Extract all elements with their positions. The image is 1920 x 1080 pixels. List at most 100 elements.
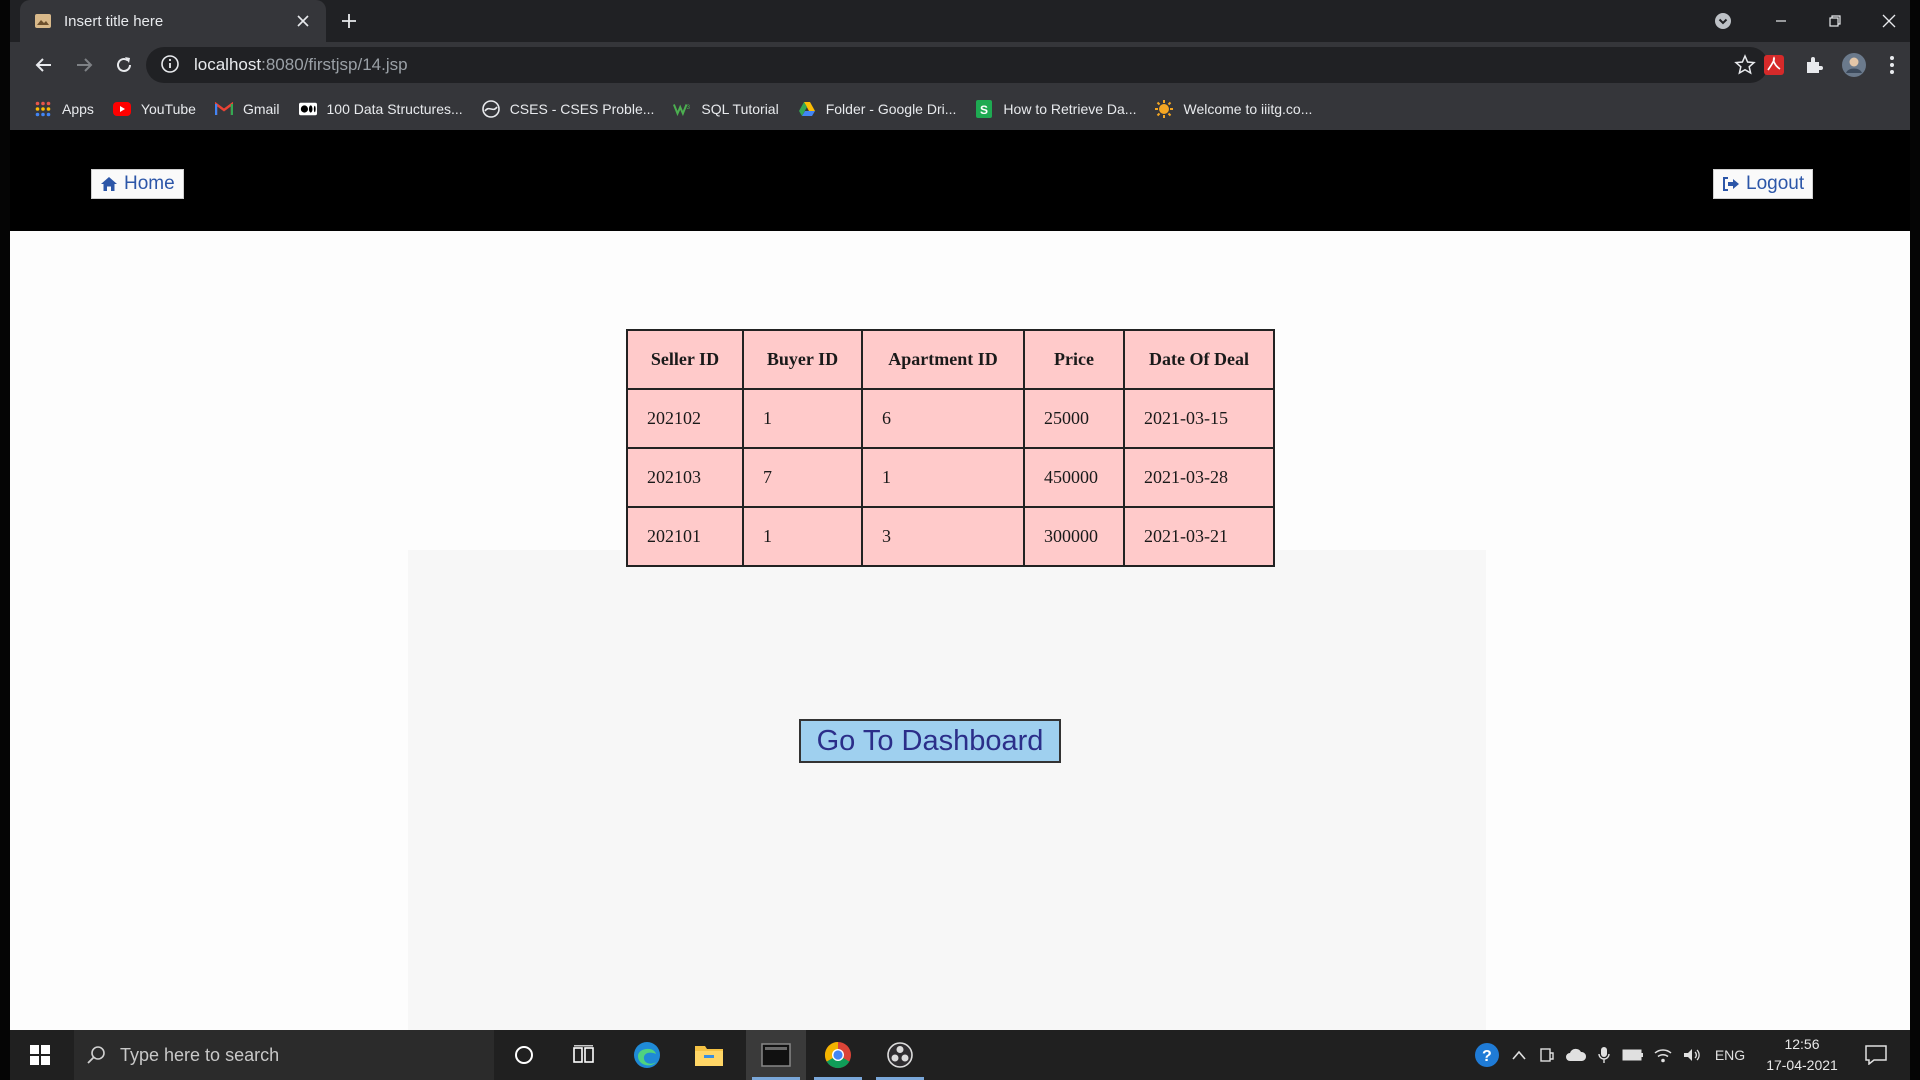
logout-label: Logout [1746,173,1805,194]
column-header: Apartment ID [861,329,1025,390]
bookmarks-bar: Apps YouTube Gmail 100 Data Structures..… [10,88,1910,130]
file-explorer-icon[interactable] [684,1030,734,1080]
sheets-icon: S [975,100,993,118]
clock-time: 12:56 [1784,1036,1820,1052]
table-row: 202102 1 6 25000 2021-03-15 [626,388,1275,449]
apps-grid-icon [34,100,52,118]
wifi-icon[interactable] [1650,1030,1676,1080]
url-host: localhost [194,55,262,74]
close-tab-icon[interactable] [290,8,316,34]
volume-icon[interactable] [1678,1030,1706,1080]
onedrive-cloud-icon[interactable] [1562,1030,1590,1080]
browser-tab[interactable]: Insert title here [20,0,326,42]
system-clock[interactable]: 12:56 17-04-2021 [1762,1034,1842,1076]
back-arrow-icon[interactable] [28,49,60,81]
column-header: Price [1023,329,1125,390]
svg-text:3: 3 [687,104,691,111]
web-page: Home Logout Seller ID Buyer ID Apartment… [10,130,1910,1030]
bookmark-label: Apps [62,101,94,117]
address-bar[interactable]: localhost:8080/firstjsp/14.jsp [146,47,1768,83]
language-indicator[interactable]: ENG [1710,1030,1750,1080]
svg-text:?: ? [1482,1048,1492,1065]
cortana-icon[interactable] [500,1030,548,1080]
bookmark-label: SQL Tutorial [701,101,779,117]
task-view-icon[interactable] [560,1030,608,1080]
logout-button[interactable]: Logout [1713,169,1814,199]
price-cell: 450000 [1023,447,1125,508]
seller-id-cell: 202102 [626,388,744,449]
tab-search-icon[interactable] [1700,4,1746,38]
bookmark-apps[interactable]: Apps [26,94,102,124]
table-row: 202103 7 1 450000 2021-03-28 [626,447,1275,508]
battery-icon[interactable] [1618,1030,1648,1080]
bookmark-label: How to Retrieve Da... [1003,101,1137,117]
page-favicon-icon [34,12,52,30]
obs-studio-icon[interactable] [870,1030,930,1080]
iiitg-icon [1155,100,1174,118]
clock-date: 17-04-2021 [1766,1057,1838,1073]
home-label: Home [124,173,175,194]
device-icon[interactable] [1534,1030,1560,1080]
buyer-id-cell: 1 [742,388,863,449]
price-cell: 25000 [1023,388,1125,449]
profile-avatar-icon[interactable] [1840,51,1868,79]
bookmark-star-icon[interactable] [1734,54,1756,76]
google-drive-icon [798,100,816,118]
bookmark-label: Welcome to iiitg.co... [1183,101,1313,117]
bookmark-label: CSES - CSES Proble... [509,101,655,117]
bookmark-gmail[interactable]: Gmail [207,94,288,124]
url-path: :8080/firstjsp/14.jsp [261,55,408,74]
buyer-id-cell: 1 [742,506,863,567]
minimize-icon[interactable] [1758,4,1804,38]
bookmark-iiitg[interactable]: Welcome to iiitg.co... [1147,94,1320,124]
column-header: Buyer ID [742,329,863,390]
edge-browser-icon[interactable] [622,1030,672,1080]
youtube-icon [112,100,131,118]
extensions-puzzle-icon[interactable] [1800,51,1828,79]
close-window-icon[interactable] [1866,4,1912,38]
date-of-deal-cell: 2021-03-28 [1123,447,1275,508]
tab-strip: Insert title here [10,0,1910,42]
chrome-icon[interactable] [808,1030,868,1080]
bookmark-retrieve-data[interactable]: S How to Retrieve Da... [967,94,1144,124]
column-header: Date Of Deal [1123,329,1275,390]
windows-start-icon[interactable] [18,1030,62,1080]
gmail-icon [214,100,233,118]
chevron-up-icon[interactable] [1506,1030,1532,1080]
bookmark-youtube[interactable]: YouTube [105,94,204,124]
microphone-icon[interactable] [1592,1030,1616,1080]
price-cell: 300000 [1023,506,1125,567]
logout-icon [1722,176,1740,192]
bookmark-sql-tutorial[interactable]: 3 SQL Tutorial [665,94,786,124]
site-info-icon[interactable] [160,54,182,76]
search-input[interactable] [118,1043,452,1067]
bookmark-label: YouTube [140,101,196,117]
apartment-id-cell: 6 [861,388,1025,449]
bookmark-data-structures[interactable]: 100 Data Structures... [291,94,471,124]
go-to-dashboard-button[interactable]: Go To Dashboard [799,719,1061,763]
tab-title: Insert title here [64,12,164,30]
home-icon [100,176,118,192]
deals-table: Seller ID Buyer ID Apartment ID Price Da… [626,329,1275,567]
reload-icon[interactable] [108,49,140,81]
apartment-id-cell: 3 [861,506,1025,567]
browser-menu-icon[interactable] [1878,51,1906,79]
help-icon[interactable]: ? [1470,1030,1504,1080]
acrobat-extension-icon[interactable] [1760,51,1788,79]
bookmark-google-drive[interactable]: Folder - Google Dri... [790,94,965,124]
apartment-id-cell: 1 [861,447,1025,508]
taskbar-search[interactable] [74,1030,494,1080]
notifications-icon[interactable] [1856,1030,1896,1080]
forward-arrow-icon[interactable] [68,49,100,81]
restore-icon[interactable] [1812,4,1858,38]
buyer-id-cell: 7 [742,447,863,508]
terminal-app-icon[interactable] [746,1030,806,1080]
new-tab-icon[interactable] [334,6,364,36]
page-header: Home Logout [10,130,1910,231]
browser-window: Insert title here localhost:8080/firstj… [10,0,1910,130]
medium-icon [298,100,317,118]
bookmark-cses[interactable]: CSES - CSES Proble... [474,94,663,124]
bookmark-label: Folder - Google Dri... [825,101,957,117]
svg-text:S: S [980,103,988,117]
home-button[interactable]: Home [91,169,184,199]
